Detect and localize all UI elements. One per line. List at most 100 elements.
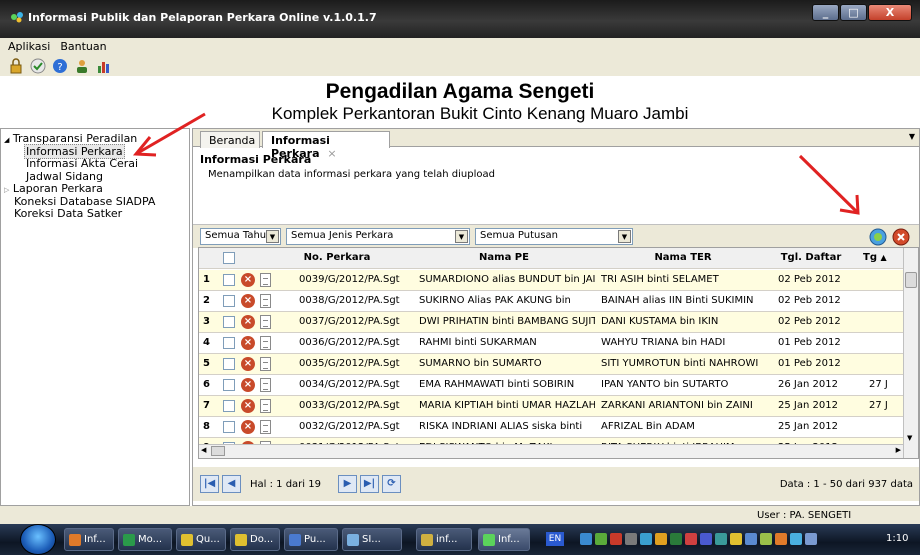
maximize-button[interactable]: □ (840, 4, 867, 21)
lock-icon[interactable] (8, 58, 24, 74)
horizontal-scrollbar[interactable]: ◀ ▶ (199, 444, 903, 458)
table-row[interactable]: 5 × 0035/G/2012/PA.Sgt SUMARNO bin SUMARTO S… (199, 354, 915, 375)
taskbar-item-8-active[interactable]: Inf... (478, 528, 530, 551)
taskbar-item-5[interactable]: Pu... (284, 528, 338, 551)
table-row[interactable]: 7 × 0033/G/2012/PA.Sgt MARIA KIPTIAH binti … (199, 396, 915, 417)
delete-icon[interactable]: × (241, 273, 255, 287)
language-indicator[interactable]: EN (546, 532, 564, 546)
cancel-icon[interactable] (892, 228, 910, 246)
select-all-checkbox[interactable] (223, 252, 235, 264)
document-icon[interactable] (260, 399, 271, 413)
tray-icon[interactable] (625, 533, 637, 545)
last-page-button[interactable]: ▶| (360, 475, 379, 493)
tray-icon[interactable] (730, 533, 742, 545)
chevron-down-icon[interactable]: ▼ (266, 230, 279, 243)
row-checkbox[interactable] (223, 337, 235, 349)
tray-icon[interactable] (715, 533, 727, 545)
first-page-button[interactable]: |◀ (200, 475, 219, 493)
column-header-tg[interactable]: Tg ▲ (863, 252, 891, 263)
verdict-filter-select[interactable]: Semua Putusan ▼ (475, 228, 633, 245)
taskbar-item-1[interactable]: Inf... (64, 528, 114, 551)
row-checkbox[interactable] (223, 316, 235, 328)
nama-pe: EMA RAHMAWATI binti SOBIRIN (419, 379, 575, 390)
tray-icon[interactable] (670, 533, 682, 545)
menu-bantuan[interactable]: Bantuan (60, 40, 106, 54)
start-button[interactable] (20, 524, 56, 555)
tray-icon[interactable] (655, 533, 667, 545)
previous-page-button[interactable]: ◀ (222, 475, 241, 493)
table-row[interactable]: 1 × 0039/G/2012/PA.Sgt SUMARDIONO alias BUN… (199, 270, 915, 291)
column-header-tgl-daftar[interactable]: Tgl. Daftar (774, 252, 848, 263)
tray-icon[interactable] (775, 533, 787, 545)
vertical-scrollbar[interactable]: ▼ (903, 248, 918, 458)
row-checkbox[interactable] (223, 358, 235, 370)
document-icon[interactable] (260, 357, 271, 371)
tab-close-icon[interactable]: × (327, 147, 336, 160)
reload-page-button[interactable]: ⟳ (382, 475, 401, 493)
check-icon[interactable] (30, 58, 46, 74)
table-row[interactable]: 6 × 0034/G/2012/PA.Sgt EMA RAHMAWATI binti … (199, 375, 915, 396)
tray-icon[interactable] (610, 533, 622, 545)
table-row[interactable]: 3 × 0037/G/2012/PA.Sgt DWI PRIHATIN binti B… (199, 312, 915, 333)
chevron-down-icon[interactable]: ▼ (618, 230, 631, 243)
delete-icon[interactable]: × (241, 357, 255, 371)
tray-icon[interactable] (685, 533, 697, 545)
delete-icon[interactable]: × (241, 399, 255, 413)
tray-icon[interactable] (595, 533, 607, 545)
tray-icon[interactable] (745, 533, 757, 545)
scroll-thumb[interactable] (905, 272, 917, 288)
column-header-no-perkara[interactable]: No. Perkara (277, 252, 397, 263)
row-checkbox[interactable] (223, 379, 235, 391)
taskbar-item-4[interactable]: Do... (230, 528, 280, 551)
refresh-icon[interactable] (869, 228, 887, 246)
tray-icon[interactable] (805, 533, 817, 545)
column-header-nama-ter[interactable]: Nama TER (599, 252, 767, 263)
tray-icon[interactable] (760, 533, 772, 545)
row-checkbox[interactable] (223, 274, 235, 286)
close-button[interactable]: X (868, 4, 912, 21)
table-row[interactable]: 2 × 0038/G/2012/PA.Sgt SUKIRNO Alias PAK AK… (199, 291, 915, 312)
tab-beranda[interactable]: Beranda (200, 131, 260, 148)
row-checkbox[interactable] (223, 400, 235, 412)
taskbar-item-7[interactable]: inf... (416, 528, 472, 551)
delete-icon[interactable]: × (241, 420, 255, 434)
chevron-down-icon[interactable]: ▼ (455, 230, 468, 243)
taskbar-item-3[interactable]: Qu... (176, 528, 226, 551)
chart-icon[interactable] (96, 58, 112, 74)
document-icon[interactable] (260, 378, 271, 392)
scroll-down-icon[interactable]: ▼ (907, 434, 912, 442)
minimize-button[interactable]: _ (812, 4, 839, 21)
tray-icon[interactable] (790, 533, 802, 545)
tree-item-koreksi-data[interactable]: Koreksi Data Satker (1, 207, 189, 221)
scroll-right-icon[interactable]: ▶ (896, 446, 901, 454)
delete-icon[interactable]: × (241, 315, 255, 329)
delete-icon[interactable]: × (241, 294, 255, 308)
taskbar-item-2[interactable]: Mo... (118, 528, 172, 551)
tab-informasi-perkara[interactable]: Informasi Perkara × (262, 131, 390, 160)
column-header-nama-pe[interactable]: Nama PE (417, 252, 591, 263)
tab-list-dropdown-icon[interactable]: ▼ (909, 132, 915, 141)
year-filter-select[interactable]: Semua Tahun ▼ (200, 228, 281, 245)
document-icon[interactable] (260, 315, 271, 329)
help-icon[interactable]: ? (52, 58, 68, 74)
document-icon[interactable] (260, 420, 271, 434)
taskbar-item-6[interactable]: SI... (342, 528, 402, 551)
person-icon[interactable] (74, 58, 90, 74)
hscroll-thumb[interactable] (211, 446, 225, 456)
document-icon[interactable] (260, 273, 271, 287)
delete-icon[interactable]: × (241, 378, 255, 392)
next-page-button[interactable]: ▶ (338, 475, 357, 493)
table-row[interactable]: 4 × 0036/G/2012/PA.Sgt RAHMI binti SUKARMAN… (199, 333, 915, 354)
delete-icon[interactable]: × (241, 336, 255, 350)
row-checkbox[interactable] (223, 295, 235, 307)
tray-icon[interactable] (700, 533, 712, 545)
tray-icon[interactable] (640, 533, 652, 545)
case-type-filter-select[interactable]: Semua Jenis Perkara ▼ (286, 228, 470, 245)
document-icon[interactable] (260, 294, 271, 308)
document-icon[interactable] (260, 336, 271, 350)
scroll-left-icon[interactable]: ◀ (201, 446, 206, 454)
menu-aplikasi[interactable]: Aplikasi (8, 40, 50, 54)
table-row[interactable]: 8 × 0032/G/2012/PA.Sgt RISKA INDRIANI ALIAS… (199, 417, 915, 438)
tray-icon[interactable] (580, 533, 592, 545)
row-checkbox[interactable] (223, 421, 235, 433)
